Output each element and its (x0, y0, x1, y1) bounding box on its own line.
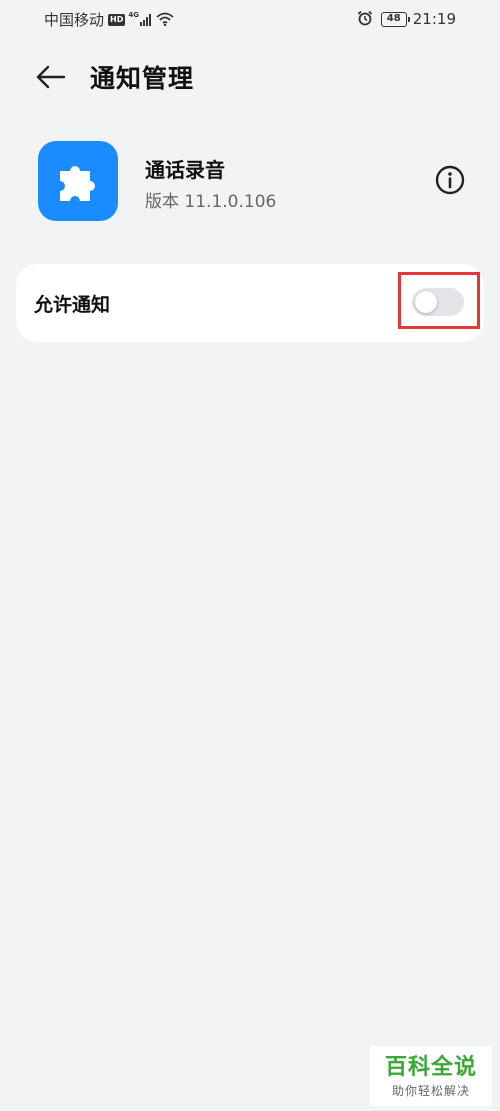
network-type-label: 4G (128, 10, 139, 19)
app-name: 通话录音 (145, 158, 225, 182)
puzzle-piece-icon (60, 166, 95, 201)
hd-icon: HD (108, 13, 126, 26)
app-info: 通话录音 版本 11.1.0.106 (0, 140, 500, 221)
allow-notifications-toggle[interactable] (412, 288, 464, 316)
info-button[interactable] (434, 164, 466, 196)
status-bar: 中国移动 HD 4G 48 21:19 (0, 0, 500, 38)
watermark-logo: 百科全说 助你轻松解决 (370, 1046, 492, 1106)
info-circle-icon (435, 165, 465, 195)
status-time: 21:19 (412, 10, 456, 28)
back-button[interactable] (34, 61, 68, 93)
app-version: 版本 11.1.0.106 (145, 192, 277, 212)
signal-icon (139, 13, 151, 26)
arrow-left-icon (36, 65, 66, 89)
watermark-title: 百科全说 (384, 1055, 477, 1080)
carrier-name: 中国移动 (44, 11, 105, 29)
status-bar-right: 48 21:19 (357, 9, 456, 29)
toggle-knob (415, 291, 437, 313)
alarm-icon (357, 10, 373, 30)
wifi-icon (156, 12, 174, 30)
allow-notifications-label: 允许通知 (34, 294, 111, 316)
allow-notifications-row: 允许通知 (16, 264, 484, 342)
page-title: 通知管理 (90, 64, 195, 93)
status-bar-left: 中国移动 HD 4G (44, 9, 174, 30)
screen: 中国移动 HD 4G 48 21:19 通知管理 通话录音 版本 11.1.0.… (0, 0, 500, 1111)
app-icon (38, 141, 118, 221)
watermark-subtitle: 助你轻松解决 (391, 1084, 470, 1098)
page-header: 通知管理 (0, 55, 500, 99)
battery-icon: 48 (380, 11, 410, 27)
